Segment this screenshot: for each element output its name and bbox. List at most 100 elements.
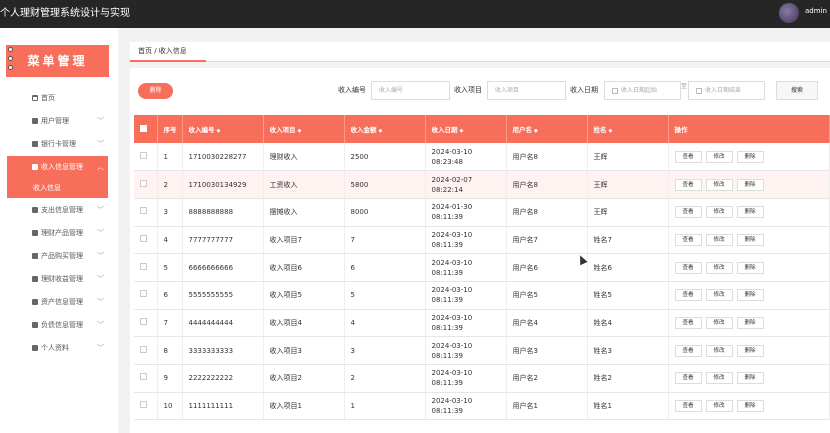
table-row[interactable]: 5 6666666666 收入项目6 6 2024-03-10 08:11:39 用户名6… [134, 253, 830, 282]
row-checkbox-cell[interactable] [134, 170, 158, 199]
view-button[interactable]: 查看 [674, 178, 702, 191]
column-header[interactable]: 收入日期 ◆ [425, 115, 507, 143]
row-checkbox-cell[interactable] [134, 364, 158, 393]
edit-button[interactable]: 修改 [705, 178, 733, 191]
column-header[interactable]: 收入金额 ◆ [344, 115, 426, 143]
income-code-input[interactable]: 收入编号 [371, 81, 450, 100]
sort-icon[interactable]: ◆ [298, 128, 302, 134]
edit-button[interactable]: 修改 [705, 289, 733, 302]
edit-button[interactable]: 修改 [705, 206, 733, 219]
delete-button[interactable]: 删除 [736, 372, 764, 385]
sort-icon[interactable]: ◆ [609, 128, 613, 134]
sort-icon[interactable]: ◆ [217, 128, 221, 134]
delete-button[interactable]: 删除 [736, 344, 764, 357]
sidebar-item-income-management[interactable]: 收入信息管理 ︿ [7, 156, 108, 179]
delete-button[interactable]: 删除 [736, 316, 764, 329]
table-row[interactable]: 7 4444444444 收入项目4 4 2024-03-10 08:11:39 用户名4… [134, 309, 830, 338]
sort-icon[interactable]: ◆ [379, 128, 383, 134]
select-all-checkbox[interactable] [140, 124, 147, 132]
breadcrumb[interactable]: 首页 / 收入信息 [130, 42, 206, 62]
sidebar-item-label: 负债信息管理 [41, 321, 83, 329]
edit-button[interactable]: 修改 [705, 372, 733, 385]
sidebar-item-expense-management[interactable]: 支出信息管理 ﹀ [7, 199, 108, 222]
row-checkbox[interactable] [140, 373, 147, 381]
sidebar-item-user-management[interactable]: 用户管理 ﹀ [7, 110, 108, 133]
sidebar-item-home[interactable]: 首页 [7, 87, 108, 110]
view-button[interactable]: 查看 [674, 289, 702, 302]
sidebar-item-liability-management[interactable]: 负债信息管理 ﹀ [7, 314, 108, 337]
row-checkbox-cell[interactable] [134, 198, 158, 227]
sidebar-item-purchase-management[interactable]: 产品购买管理 ﹀ [7, 245, 108, 268]
cell-name: 王辉 [587, 170, 669, 199]
row-checkbox-cell[interactable] [134, 253, 158, 282]
row-checkbox-cell[interactable] [134, 226, 158, 255]
edit-button[interactable]: 修改 [705, 316, 733, 329]
sidebar-subitem-income-info[interactable]: 收入信息 [7, 178, 108, 198]
edit-button[interactable]: 修改 [705, 400, 733, 413]
sidebar-item-earnings-management[interactable]: 理财收益管理 ﹀ [7, 268, 108, 291]
view-button[interactable]: 查看 [674, 372, 702, 385]
row-checkbox[interactable] [140, 179, 147, 187]
sidebar-item-label: 产品购买管理 [41, 252, 83, 260]
table-row[interactable]: 9 2222222222 收入项目2 2 2024-03-10 08:11:39 用户名2… [134, 364, 830, 393]
table-row[interactable]: 2 1710030134929 工资收入 5800 2024-02-07 08:22:1… [134, 170, 830, 199]
date-end-input[interactable]: 收入日期结束 [688, 81, 765, 100]
column-header[interactable]: 姓名 ◆ [587, 115, 669, 143]
delete-button[interactable]: 删除 [736, 150, 764, 163]
view-button[interactable]: 查看 [674, 206, 702, 219]
sidebar-item-bankcard-management[interactable]: 银行卡管理 ﹀ [7, 133, 108, 156]
row-checkbox-cell[interactable] [134, 336, 158, 365]
view-button[interactable]: 查看 [674, 344, 702, 357]
table-row[interactable]: 1 1710030228277 理财收入 2500 2024-03-10 08:23:4… [134, 143, 830, 172]
view-button[interactable]: 查看 [674, 316, 702, 329]
username-label[interactable]: admin [805, 7, 827, 15]
edit-button[interactable]: 修改 [705, 150, 733, 163]
sort-icon[interactable]: ◆ [460, 128, 464, 134]
date-start-input[interactable]: 收入日期起始 [604, 81, 681, 100]
delete-button[interactable]: 删除 [736, 206, 764, 219]
sort-icon[interactable]: ◆ [534, 128, 538, 134]
table-row[interactable]: 6 5555555555 收入项目5 5 2024-03-10 08:11:39 用户名5… [134, 281, 830, 310]
row-checkbox[interactable] [140, 345, 147, 353]
row-checkbox[interactable] [140, 401, 147, 409]
row-checkbox-cell[interactable] [134, 392, 158, 421]
row-checkbox[interactable] [140, 317, 147, 325]
edit-button[interactable]: 修改 [705, 233, 733, 246]
batch-delete-button[interactable]: 删除 [138, 83, 173, 99]
row-checkbox[interactable] [140, 234, 147, 242]
search-button[interactable]: 搜索 [776, 81, 818, 100]
cell-name: 姓名3 [587, 336, 669, 365]
view-button[interactable]: 查看 [674, 233, 702, 246]
sidebar-item-product-management[interactable]: 理财产品管理 ﹀ [7, 222, 108, 245]
view-button[interactable]: 查看 [674, 150, 702, 163]
row-checkbox-cell[interactable] [134, 143, 158, 172]
delete-button[interactable]: 删除 [736, 400, 764, 413]
view-button[interactable]: 查看 [674, 261, 702, 274]
row-checkbox[interactable] [140, 262, 147, 270]
table-row[interactable]: 3 8888888888 摆摊收入 8000 2024-01-30 08:11:39 用户… [134, 198, 830, 227]
sidebar-item-asset-management[interactable]: 资产信息管理 ﹀ [7, 291, 108, 314]
table-row[interactable]: 4 7777777777 收入项目7 7 2024-03-10 08:11:39 用户名7… [134, 226, 830, 255]
select-all-header[interactable] [134, 115, 158, 143]
cell-actions: 查看 修改 删除 [668, 198, 830, 227]
table-row[interactable]: 10 1111111111 收入项目1 1 2024-03-10 08:11:39 用户名… [134, 392, 830, 421]
row-checkbox[interactable] [140, 290, 147, 298]
sidebar-item-profile[interactable]: 个人资料 ﹀ [7, 337, 108, 360]
delete-button[interactable]: 删除 [736, 233, 764, 246]
income-item-input[interactable]: 收入项目 [487, 81, 566, 100]
edit-button[interactable]: 修改 [705, 344, 733, 357]
delete-button[interactable]: 删除 [736, 261, 764, 274]
row-checkbox[interactable] [140, 207, 147, 215]
avatar[interactable] [779, 3, 799, 23]
column-header[interactable]: 收入编号 ◆ [182, 115, 264, 143]
delete-button[interactable]: 删除 [736, 289, 764, 302]
table-row[interactable]: 8 3333333333 收入项目3 3 2024-03-10 08:11:39 用户名3… [134, 336, 830, 365]
column-header[interactable]: 收入项目 ◆ [263, 115, 345, 143]
row-checkbox-cell[interactable] [134, 281, 158, 310]
row-checkbox-cell[interactable] [134, 309, 158, 338]
column-header[interactable]: 用户名 ◆ [506, 115, 588, 143]
view-button[interactable]: 查看 [674, 400, 702, 413]
delete-button[interactable]: 删除 [736, 178, 764, 191]
edit-button[interactable]: 修改 [705, 261, 733, 274]
row-checkbox[interactable] [140, 151, 147, 159]
